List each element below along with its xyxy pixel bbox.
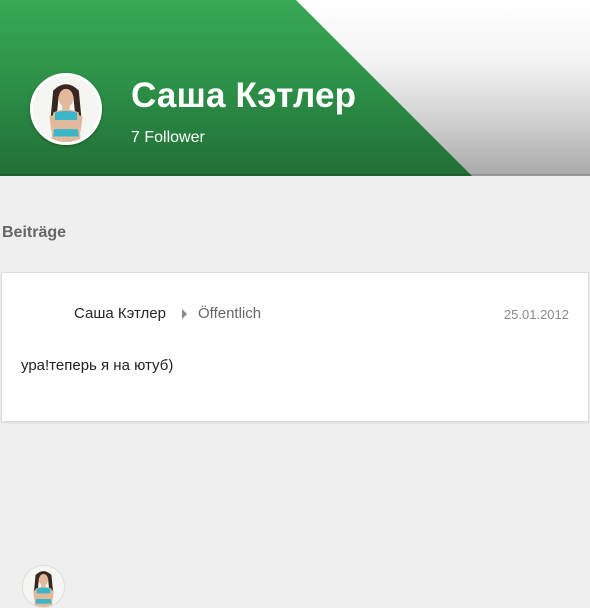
post-visibility[interactable]: Öffentlich <box>198 305 261 322</box>
profile-header: Саша Кэтлер 7 Follower <box>0 0 590 176</box>
post-author-avatar[interactable] <box>22 565 65 608</box>
profile-avatar-image <box>33 76 99 142</box>
post-author-avatar-image <box>23 566 64 607</box>
caret-right-icon <box>182 309 187 319</box>
post-card: Саша Кэтлер Öffentlich 25.01.2012 ура!те… <box>1 272 589 608</box>
posts-section-title: Beiträge <box>2 224 67 241</box>
header-shadow <box>0 174 590 176</box>
post-author-name[interactable]: Саша Кэтлер <box>74 305 166 322</box>
post-date[interactable]: 25.01.2012 <box>504 307 569 322</box>
profile-name: Саша Кэтлер <box>131 76 357 115</box>
follower-count[interactable]: 7 Follower <box>131 129 205 147</box>
profile-avatar[interactable] <box>30 73 102 145</box>
post-text: ура!теперь я на ютуб) <box>21 357 174 374</box>
